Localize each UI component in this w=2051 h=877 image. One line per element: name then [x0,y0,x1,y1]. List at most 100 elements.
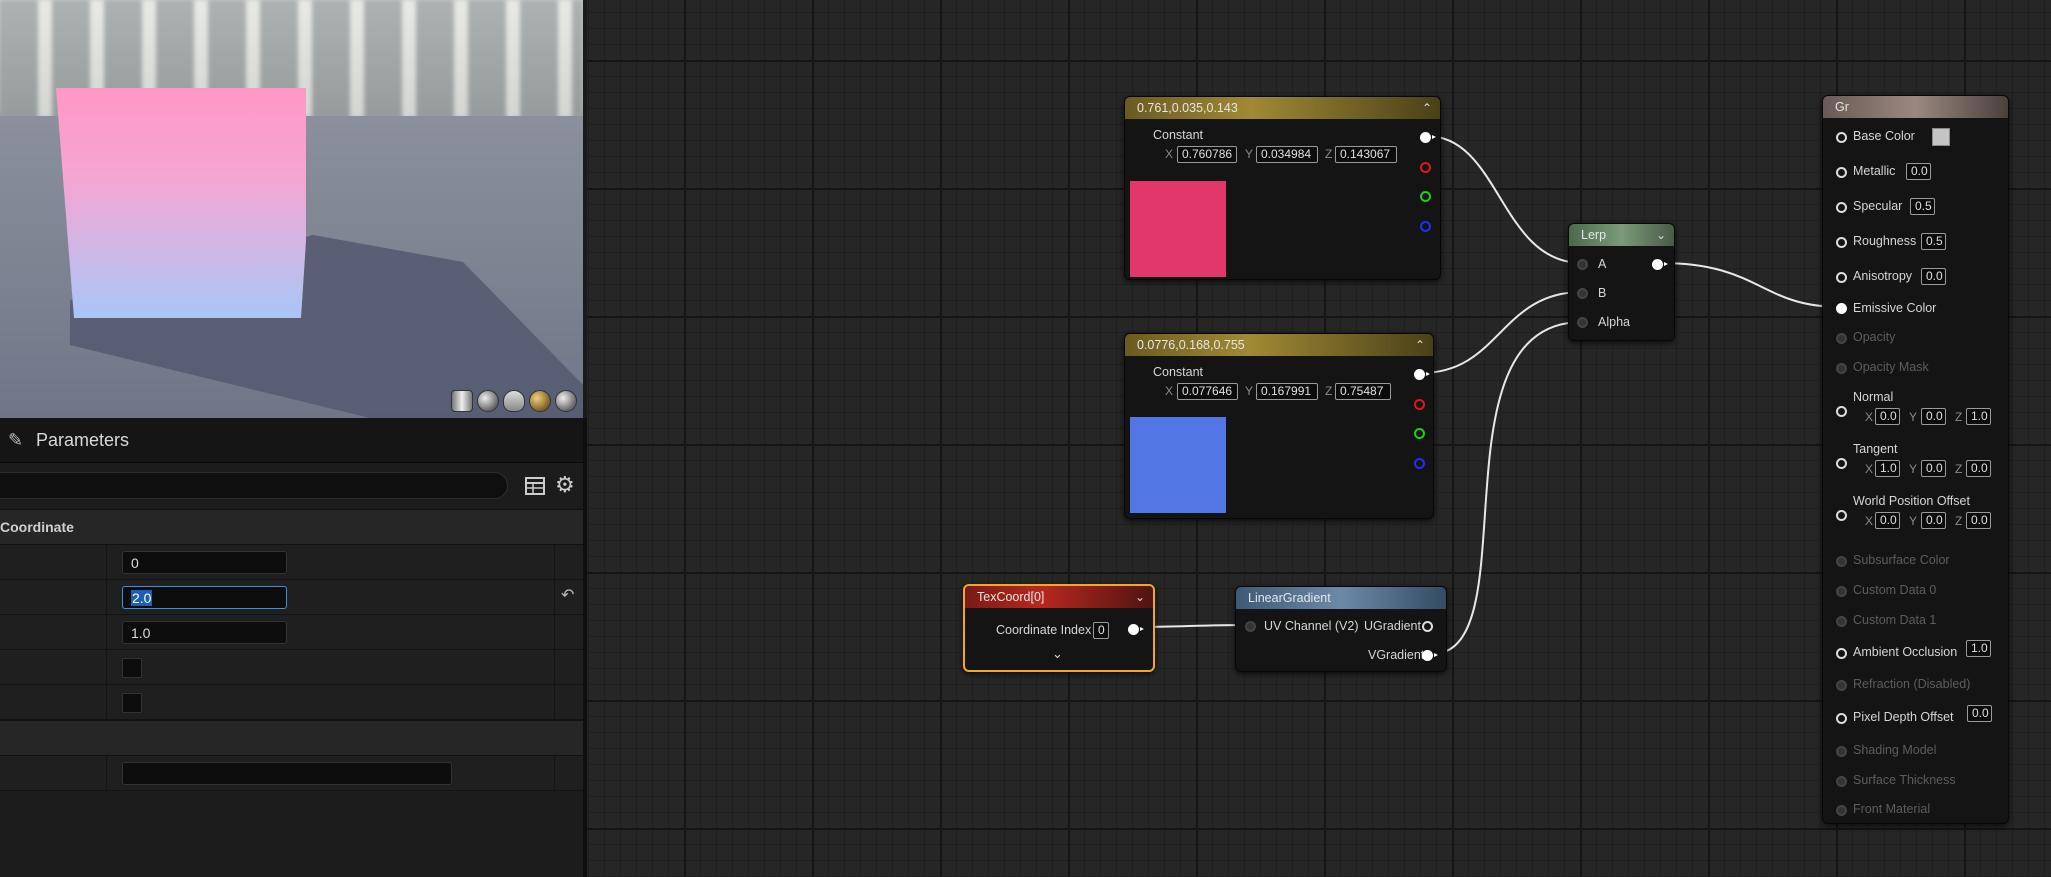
node-header[interactable]: 0.761,0.035,0.143 ⌃ [1125,97,1440,119]
parameters-tab[interactable]: ✎ Parameters [0,418,583,463]
node-header[interactable]: Gr [1823,96,2008,118]
output-pin-vgradient[interactable] [1422,650,1438,661]
texcoord-node[interactable]: TexCoord[0] ⌄ Coordinate Index 0 ⌄ [963,584,1155,672]
ao-value[interactable]: 1.0 [1966,640,1991,657]
plane-mesh-icon[interactable] [503,390,525,412]
tangent-y-value[interactable]: 0.0 [1921,460,1946,477]
y-value-field[interactable]: 0.034984 [1256,146,1318,163]
input-pin-pixel-depth-offset[interactable] [1836,713,1847,724]
input-pin-b[interactable] [1577,288,1588,299]
constant-node-blue[interactable]: 0.0776,0.168,0.755 ⌃ Constant X 0.077646… [1124,333,1434,519]
preview-viewport[interactable] [0,0,583,418]
cylinder-mesh-icon[interactable] [451,390,473,412]
normal-z-value[interactable]: 1.0 [1966,408,1991,425]
unmirror-v-checkbox[interactable] [122,693,142,713]
section-coordinate[interactable]: Coordinate [0,509,583,545]
wpo-y-value[interactable]: 0.0 [1921,512,1946,529]
coordinate-index-field[interactable]: 0 [122,551,287,574]
anisotropy-value[interactable]: 0.0 [1921,268,1946,285]
specular-value[interactable]: 0.5 [1910,198,1935,215]
output-pin-r[interactable] [1420,162,1431,173]
material-result-node[interactable]: Gr Base Color Metallic 0.0 Specular 0.5 … [1822,95,2009,824]
tangent-x-value[interactable]: 1.0 [1875,460,1900,477]
roughness-value[interactable]: 0.5 [1921,233,1946,250]
output-pin-r[interactable] [1414,399,1425,410]
u-tiling-field[interactable]: 2.0 [122,586,287,609]
gear-icon[interactable]: ⚙ [555,474,577,496]
input-pin-alpha[interactable] [1577,317,1588,328]
output-pin-b[interactable] [1414,458,1425,469]
z-value-field[interactable]: 0.143067 [1335,146,1397,163]
node-header[interactable]: Lerp ⌄ [1569,224,1674,246]
tangent-z-value[interactable]: 0.0 [1966,460,1991,477]
y-value-field[interactable]: 0.167991 [1256,383,1318,400]
lerp-node[interactable]: Lerp ⌄ A B Alpha [1568,223,1675,341]
input-pin-roughness[interactable] [1836,237,1847,248]
input-pin-surface-thickness[interactable] [1836,776,1847,787]
v-tiling-field[interactable]: 1.0 [122,621,287,644]
output-pin-rgb[interactable] [1414,369,1430,380]
input-pin-subsurface[interactable] [1836,556,1847,567]
input-pin-front-material[interactable] [1836,805,1847,816]
output-pin-g[interactable] [1420,191,1431,202]
normal-x-value[interactable]: 0.0 [1875,408,1900,425]
output-pin-rgb[interactable] [1420,132,1436,143]
node-header[interactable]: LinearGradient [1236,587,1446,609]
pin-label-a: A [1598,257,1607,271]
z-value-field[interactable]: 0.75487 [1335,383,1391,400]
node-title: Lerp [1581,228,1607,242]
input-pin-base-color[interactable] [1836,132,1847,143]
section-header-collapsed[interactable] [0,720,583,756]
reset-to-default-icon[interactable]: ↶ [561,587,579,605]
wpo-z-value[interactable]: 0.0 [1966,512,1991,529]
cube-mesh-icon[interactable] [529,390,551,412]
input-pin-shading-model[interactable] [1836,746,1847,757]
sphere-mesh-icon[interactable] [477,390,499,412]
base-color-swatch[interactable] [1932,128,1950,146]
input-pin-custom1[interactable] [1836,616,1847,627]
coordinate-index-value[interactable]: 0 [1093,622,1109,639]
x-value-field[interactable]: 0.760786 [1177,146,1237,163]
collapse-chevron-icon[interactable]: ⌃ [1415,334,1425,356]
x-value-field[interactable]: 0.077646 [1177,383,1238,400]
normal-y-value[interactable]: 0.0 [1921,408,1946,425]
expand-chevron-icon[interactable]: ⌄ [1052,646,1063,662]
metallic-label: Metallic [1853,164,1896,178]
input-pin-specular[interactable] [1836,202,1847,213]
input-pin-opacity-mask[interactable] [1836,363,1847,374]
metallic-value[interactable]: 0.0 [1906,163,1931,180]
input-pin-ambient-occlusion[interactable] [1836,648,1847,659]
node-header[interactable]: 0.0776,0.168,0.755 ⌃ [1125,334,1433,356]
unmirror-u-checkbox[interactable] [122,658,142,678]
input-pin-normal[interactable] [1836,406,1847,417]
input-pin-opacity[interactable] [1836,333,1847,344]
pdo-value[interactable]: 0.0 [1967,705,1992,722]
description-field[interactable] [122,762,452,785]
output-pin-b[interactable] [1420,221,1431,232]
table-view-icon[interactable] [524,475,546,497]
constant-node-pink[interactable]: 0.761,0.035,0.143 ⌃ Constant X 0.760786 … [1124,96,1441,280]
input-pin-a[interactable] [1577,259,1588,270]
output-pin-ugradient[interactable] [1422,621,1433,632]
linear-gradient-node[interactable]: LinearGradient UV Channel (V2) UGradient… [1235,586,1447,672]
input-pin-emissive[interactable] [1836,303,1847,314]
collapse-chevron-icon[interactable]: ⌄ [1135,586,1145,608]
collapse-chevron-icon[interactable]: ⌄ [1656,224,1666,246]
input-pin-metallic[interactable] [1836,167,1847,178]
z-axis-label: Z [1325,147,1333,161]
node-header[interactable]: TexCoord[0] ⌄ [965,586,1153,608]
wpo-x-value[interactable]: 0.0 [1875,512,1900,529]
input-pin-refraction[interactable] [1836,680,1847,691]
collapse-chevron-icon[interactable]: ⌃ [1422,97,1432,119]
input-pin-uv-channel[interactable] [1245,621,1256,632]
input-pin-tangent[interactable] [1836,458,1847,469]
output-pin-uv[interactable] [1128,624,1144,635]
output-pin[interactable] [1652,259,1668,270]
input-pin-world-position-offset[interactable] [1836,510,1847,521]
output-pin-g[interactable] [1414,428,1425,439]
input-pin-anisotropy[interactable] [1836,272,1847,283]
custom-mesh-icon[interactable] [555,390,577,412]
normal-x-axis: X [1865,410,1874,424]
input-pin-custom0[interactable] [1836,586,1847,597]
search-input[interactable] [0,472,508,499]
